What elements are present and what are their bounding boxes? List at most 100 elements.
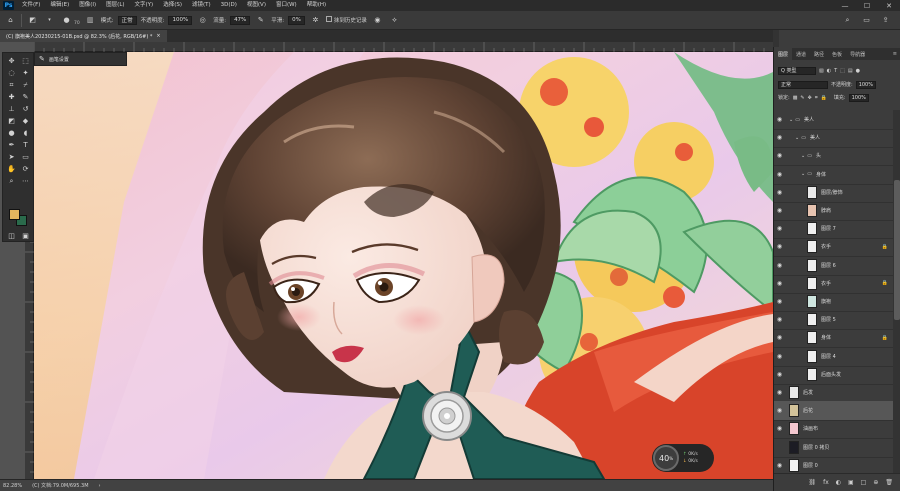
document-canvas[interactable] — [34, 52, 773, 479]
menu-image[interactable]: 图像(I) — [74, 0, 101, 11]
eye-icon[interactable]: ◉ — [774, 207, 785, 214]
layers-scrollbar[interactable] — [893, 110, 900, 473]
fx-icon[interactable]: fx — [823, 479, 829, 486]
mask-icon[interactable]: ▣ — [848, 479, 854, 486]
brush-tool-icon[interactable]: ✎ — [19, 92, 32, 102]
airbrush-icon[interactable]: ✎ — [254, 14, 267, 27]
eye-icon[interactable]: ◉ — [774, 225, 785, 232]
layer-row[interactable]: ◉ 图层 7 — [774, 219, 893, 240]
history-brush-icon[interactable]: ↺ — [19, 104, 32, 114]
tab-close-icon[interactable]: × — [156, 33, 160, 39]
new-group-icon[interactable]: □ — [861, 479, 867, 486]
hand-tool-icon[interactable]: ✋ — [5, 164, 18, 174]
status-arrow-icon[interactable]: › — [99, 483, 101, 489]
share-icon[interactable]: ⇪ — [879, 14, 892, 27]
type-tool-icon[interactable]: T — [19, 140, 32, 150]
lock-artboard-icon[interactable]: ⌗ — [815, 95, 818, 101]
layer-row[interactable]: 图层 0 拷贝 — [774, 438, 893, 458]
document-info[interactable]: (C) 文档:79.0M/695.3M — [32, 482, 88, 489]
brush-settings-icon[interactable]: ▥ — [84, 14, 97, 27]
menu-help[interactable]: 帮助(H) — [302, 0, 331, 11]
tab-paths[interactable]: 路径 — [810, 48, 828, 60]
pen-tool-icon[interactable]: ✒ — [5, 140, 18, 150]
layer-row[interactable]: ◉ 图层/脖饰 — [774, 183, 893, 203]
tab-swatches[interactable]: 色板 — [828, 48, 846, 60]
filter-type-icon[interactable]: T — [834, 68, 837, 74]
eye-icon[interactable]: ◉ — [774, 189, 785, 196]
layer-row[interactable]: ◉ 图层 0 — [774, 456, 893, 473]
opacity-input[interactable]: 100% — [168, 15, 193, 25]
eye-icon[interactable]: ◉ — [774, 298, 785, 305]
lock-position-icon[interactable]: ✥ — [808, 95, 812, 101]
eye-icon[interactable]: ◉ — [774, 171, 785, 178]
layer-row[interactable]: ◉ 后花 — [774, 401, 893, 422]
menu-layer[interactable]: 图层(L) — [101, 0, 129, 11]
smooth-input[interactable]: 0% — [288, 15, 305, 25]
search-icon[interactable]: ⌕ — [841, 14, 854, 27]
menu-view[interactable]: 视图(V) — [242, 0, 271, 11]
eye-icon[interactable]: ◉ — [774, 316, 785, 323]
eye-icon[interactable]: ◉ — [774, 353, 785, 360]
scrollbar-thumb[interactable] — [894, 180, 900, 320]
layer-row[interactable]: ◉ 衣手 🔒 — [774, 237, 893, 258]
new-layer-icon[interactable]: ⊕ — [873, 479, 878, 486]
panel-menu-icon[interactable]: ≡ — [889, 48, 900, 60]
chevron-down-icon[interactable]: ⌄ — [801, 153, 805, 159]
move-tool-icon[interactable]: ✥ — [5, 56, 18, 66]
link-layers-icon[interactable]: ⛓ — [808, 479, 816, 486]
ruler-horizontal[interactable] — [33, 42, 773, 52]
foreground-color-swatch[interactable] — [9, 209, 20, 220]
menu-select[interactable]: 选择(S) — [158, 0, 187, 11]
eye-icon[interactable]: ◉ — [774, 462, 785, 469]
chevron-down-icon[interactable]: ⌄ — [801, 171, 805, 177]
maximize-button[interactable]: ☐ — [856, 0, 878, 11]
quick-mask-icon[interactable]: ◫ — [5, 231, 18, 241]
eye-icon[interactable]: ◉ — [774, 262, 785, 269]
chevron-down-icon[interactable]: ⌄ — [789, 117, 793, 123]
layer-group-row[interactable]: ◉ ⌄ ▭ 美人 — [774, 110, 893, 130]
layer-row[interactable]: ◉ 后发 — [774, 383, 893, 403]
layer-row[interactable]: ◉ 脖肩 — [774, 201, 893, 221]
eye-icon[interactable]: ◉ — [774, 389, 785, 396]
chevron-down-icon[interactable]: ⌄ — [795, 135, 799, 141]
pressure-size-icon[interactable]: ◉ — [371, 14, 384, 27]
layer-row[interactable]: ◉ 身体 🔒 — [774, 328, 893, 349]
gear-icon[interactable]: ✲ — [309, 14, 322, 27]
checkbox-box[interactable] — [325, 16, 332, 22]
pressure-opacity-icon[interactable]: ◎ — [196, 14, 209, 27]
filter-adjust-icon[interactable]: ◐ — [827, 68, 831, 74]
crop-tool-icon[interactable]: ⌗ — [5, 80, 18, 90]
menu-type[interactable]: 文字(Y) — [130, 0, 159, 11]
workspace-icon[interactable]: ▭ — [860, 14, 873, 27]
more-tools-icon[interactable]: ⋯ — [19, 176, 32, 186]
layer-row[interactable]: ◉ 油画布 — [774, 419, 893, 440]
paint-bucket-icon[interactable]: ◆ — [19, 116, 32, 126]
mode-select[interactable]: 正常 — [117, 15, 137, 25]
eye-icon[interactable]: ◉ — [774, 243, 785, 250]
menu-3d[interactable]: 3D(D) — [216, 0, 242, 11]
performance-monitor[interactable]: 40% ↑ 0K/s ↓ 0K/s — [652, 444, 714, 472]
lasso-tool-icon[interactable]: ◌ — [5, 68, 18, 78]
filter-shape-icon[interactable]: ⬚ — [840, 68, 845, 74]
filter-toggle-icon[interactable]: ● — [856, 68, 860, 74]
eye-icon[interactable]: ◉ — [774, 371, 785, 378]
eye-icon[interactable]: ◉ — [774, 425, 785, 432]
tab-layers[interactable]: 图层 — [774, 48, 793, 60]
eye-icon[interactable]: ◉ — [774, 280, 785, 287]
eye-icon[interactable]: ◉ — [774, 152, 785, 159]
shape-tool-icon[interactable]: ▭ — [19, 152, 32, 162]
layer-filter-select[interactable]: Q 类型 — [778, 66, 816, 75]
layer-row[interactable]: ◉ 图层 6 — [774, 256, 893, 276]
brush-settings-popup[interactable]: ✎ 画笔设置 — [34, 52, 127, 66]
eraser-tool-icon[interactable]: ◩ — [26, 14, 39, 27]
layer-row[interactable]: ◉ 衣手 🔒 — [774, 274, 893, 294]
brush-preset-icon[interactable]: ● — [60, 14, 73, 27]
dodge-tool-icon[interactable]: ◖ — [19, 128, 32, 138]
marquee-tool-icon[interactable]: ⬚ — [19, 56, 32, 66]
lock-paint-icon[interactable]: ✎ — [800, 95, 804, 101]
layer-opacity-input[interactable]: 100% — [855, 80, 876, 89]
eye-icon[interactable]: ◉ — [774, 334, 785, 341]
fill-input[interactable]: 100% — [848, 93, 869, 102]
symmetry-icon[interactable]: ⟡ — [388, 14, 401, 27]
eye-icon[interactable]: ◉ — [774, 134, 785, 141]
